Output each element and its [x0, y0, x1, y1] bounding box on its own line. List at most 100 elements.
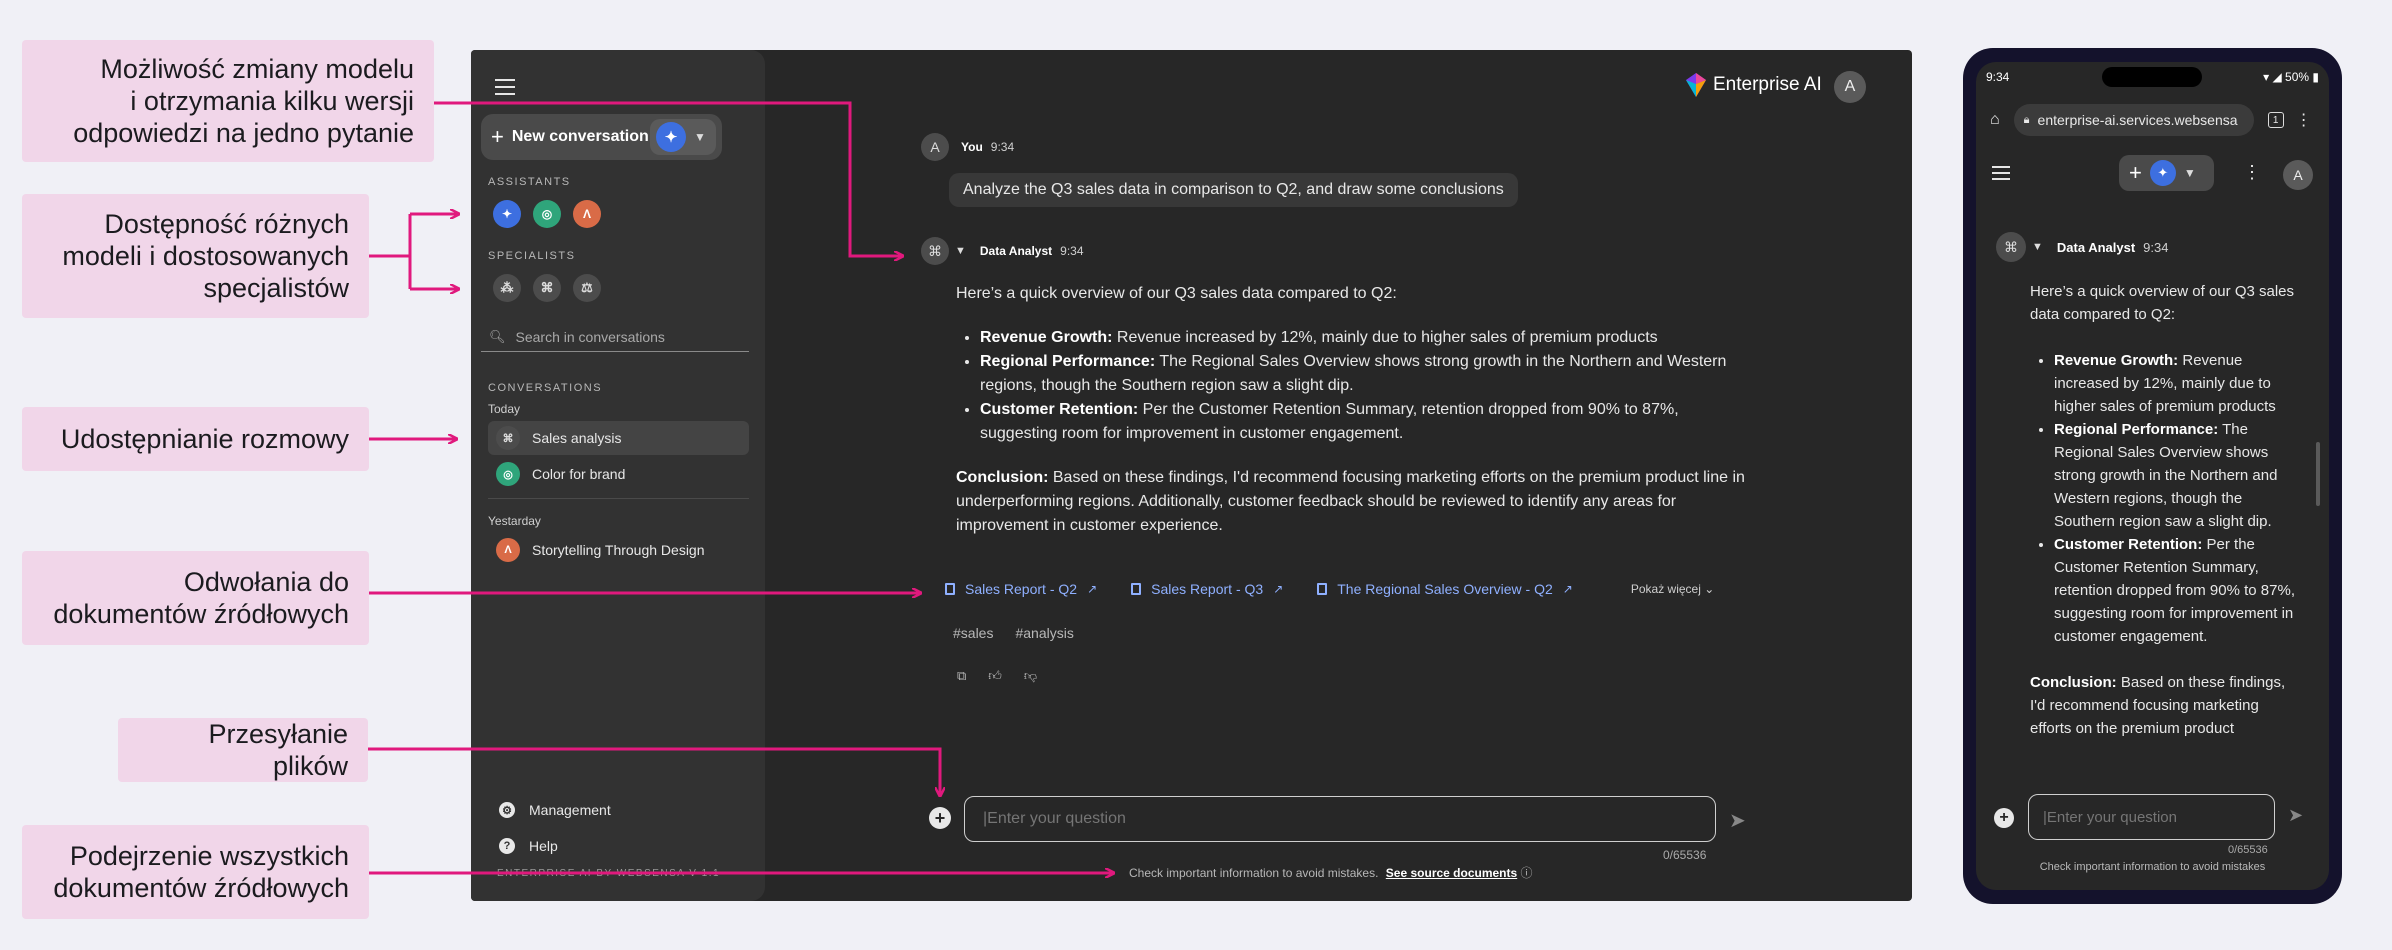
camera-notch: [2102, 67, 2202, 87]
home-icon[interactable]: ⌂: [1990, 111, 2000, 129]
bullet-title: Regional Performance:: [980, 353, 1156, 370]
brand-logo: Enterprise AI: [1685, 72, 1822, 98]
gem-logo-icon: [1686, 73, 1706, 97]
info-icon: ⓘ: [1520, 866, 1533, 880]
conversation-item[interactable]: ◎ Color for brand: [488, 457, 749, 491]
document-icon: [1317, 583, 1328, 595]
tags: #sales #analysis: [953, 625, 1074, 641]
user-avatar-small: A: [921, 133, 949, 161]
divider: [488, 498, 749, 499]
hamburger-menu-icon[interactable]: [1992, 166, 2010, 184]
bot-name: Data Analyst: [2056, 239, 2136, 255]
lock-icon: 🔒︎: [2023, 113, 2030, 126]
copy-icon[interactable]: ⧉: [957, 668, 966, 684]
desktop-app-window: + New conversation ✦ ▼ ASSISTANTS ✦ ◎ Λ …: [471, 50, 1912, 901]
callout-upload: Przesyłanie plików: [118, 718, 368, 782]
management-link[interactable]: ⚙ Management: [499, 802, 611, 818]
assistant-orange-icon: Λ: [496, 538, 520, 562]
disclaimer: Check important information to avoid mis…: [1129, 864, 1533, 881]
thumbs-down-icon[interactable]: 👎︎: [1024, 668, 1037, 684]
callout-references: Odwołania do dokumentów źródłowych: [22, 551, 369, 645]
more-options-icon[interactable]: ⋮: [2243, 162, 2261, 183]
attach-file-button[interactable]: +: [929, 807, 951, 829]
phone-app-header: + ✦ ▼ ⋮ A: [1976, 148, 2329, 198]
answer-bullet: Revenue Growth: Revenue increased by 12%…: [2054, 349, 2298, 418]
tabs-count-icon[interactable]: 1: [2267, 112, 2284, 128]
attach-file-button[interactable]: +: [1994, 808, 2014, 828]
tag[interactable]: #sales: [953, 625, 993, 641]
chevron-down-icon[interactable]: ▼: [2032, 241, 2043, 253]
answer-conclusion: Conclusion: Based on these findings, I'd…: [956, 466, 1756, 538]
specialist-legal-icon[interactable]: ⚖: [573, 274, 601, 302]
user-avatar[interactable]: A: [2283, 160, 2313, 190]
specialist-data-icon[interactable]: ⌘: [533, 274, 561, 302]
sidebar: + New conversation ✦ ▼ ASSISTANTS ✦ ◎ Λ …: [471, 50, 765, 901]
bot-answer: Here’s a quick overview of our Q3 sales …: [2030, 280, 2298, 772]
answer-bullets: Revenue Growth: Revenue increased by 12%…: [2054, 349, 2298, 648]
help-link[interactable]: ? Help: [499, 838, 558, 854]
conversation-item[interactable]: Λ Storytelling Through Design: [488, 533, 749, 567]
scrollbar[interactable]: [2316, 442, 2320, 506]
bullet-title: Revenue Growth:: [980, 329, 1113, 346]
disclaimer: Check important information to avoid mis…: [2039, 861, 2266, 873]
bot-answer: Here’s a quick overview of our Q3 sales …: [956, 282, 1756, 538]
bot-message-header: ⌘ ▼ Data Analyst 9:34: [921, 237, 1084, 265]
assistants-row: ✦ ◎ Λ: [493, 200, 601, 228]
specialist-people-icon[interactable]: ⁂: [493, 274, 521, 302]
show-more-button[interactable]: Pokaż więcej ⌄: [1631, 582, 1714, 596]
send-icon[interactable]: ➤: [1729, 808, 1746, 833]
tag[interactable]: #analysis: [1015, 625, 1073, 641]
bullet-title: Customer Retention:: [980, 401, 1139, 418]
today-label: Today: [488, 402, 521, 416]
assistant-green-icon[interactable]: ◎: [533, 200, 561, 228]
assistant-orange-icon[interactable]: Λ: [573, 200, 601, 228]
see-sources-link[interactable]: See source documents: [1386, 866, 1517, 880]
conversation-title: Storytelling Through Design: [532, 542, 705, 558]
message-actions: ⧉ 👍︎ 👎︎: [957, 668, 1037, 684]
send-icon[interactable]: ➤: [2288, 805, 2303, 826]
bot-name: Data Analyst: [979, 244, 1053, 258]
user-name: You: [961, 140, 983, 154]
answer-bullet: Customer Retention: Per the Customer Ret…: [980, 398, 1756, 446]
data-analyst-icon: ⌘: [496, 426, 520, 450]
show-more-label: Pokaż więcej: [1630, 582, 1701, 596]
assistant-sparkle-icon[interactable]: ✦: [493, 200, 521, 228]
version-label: ENTERPRISE AI BY WEBSENSA V 1.1: [497, 868, 721, 879]
browser-url-bar: ⌂ 🔒︎ enterprise-ai.services.websensa 1 ⋮: [1976, 98, 2329, 142]
thumbs-up-icon[interactable]: 👍︎: [988, 668, 1002, 684]
chevron-down-icon: ▼: [2183, 166, 2196, 180]
user-message-header: A You 9:34: [921, 133, 1014, 161]
question-input[interactable]: [964, 796, 1716, 842]
browser-menu-icon[interactable]: ⋮: [2296, 110, 2312, 130]
source-title: Sales Report - Q2: [965, 581, 1078, 597]
bullet-title: Customer Retention:: [2054, 536, 2203, 553]
battery-level: 50%: [2285, 70, 2310, 84]
sparkle-icon: ✦: [2149, 160, 2176, 186]
callout-preview: Podejrzenie wszystkich dokumentów źródło…: [22, 825, 369, 919]
bullet-title: Regional Performance:: [2054, 421, 2219, 438]
source-link[interactable]: The Regional Sales Overview - Q2 ↗: [1317, 581, 1573, 597]
source-link[interactable]: Sales Report - Q3 ↗: [1131, 581, 1283, 597]
model-picker[interactable]: ✦ ▼: [650, 119, 716, 155]
url-field[interactable]: 🔒︎ enterprise-ai.services.websensa: [2013, 104, 2254, 136]
char-counter: 0/65536: [1663, 848, 1707, 862]
new-conversation-model-picker[interactable]: + ✦ ▼: [2119, 155, 2214, 191]
model-versions-chevron-icon[interactable]: ▼: [955, 245, 966, 257]
external-link-icon: ↗: [1562, 582, 1573, 596]
hamburger-menu-icon[interactable]: [495, 79, 515, 95]
new-conversation-label: New conversation: [511, 128, 649, 145]
callout-models: Dostępność różnych modeli i dostosowanyc…: [22, 194, 369, 318]
user-avatar[interactable]: A: [1834, 71, 1866, 103]
plus-icon: +: [2129, 160, 2142, 185]
new-conversation-button[interactable]: + New conversation ✦ ▼: [481, 114, 722, 160]
conversation-title: Sales analysis: [532, 430, 622, 446]
conversation-item[interactable]: ⌘ Sales analysis: [488, 421, 749, 455]
search-conversations[interactable]: 🔍︎ Search in conversations: [481, 322, 749, 352]
answer-bullet: Regional Performance: The Regional Sales…: [2054, 418, 2298, 533]
question-input[interactable]: [2028, 794, 2275, 840]
chevron-down-icon: ⌄: [1704, 582, 1715, 596]
source-link[interactable]: Sales Report - Q2 ↗: [945, 581, 1097, 597]
answer-intro: Here’s a quick overview of our Q3 sales …: [2030, 283, 2295, 323]
assistant-green-icon: ◎: [496, 462, 520, 486]
external-link-icon: ↗: [1273, 582, 1284, 596]
